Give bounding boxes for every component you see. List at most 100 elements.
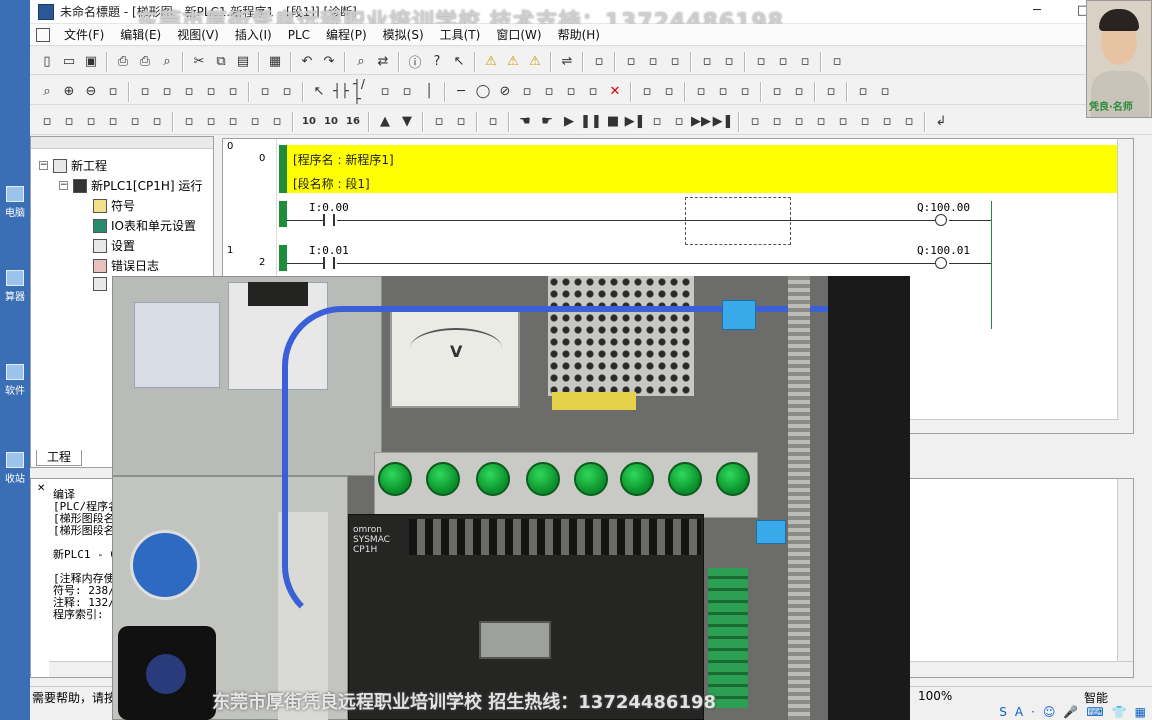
set-16-icon[interactable]: 16 xyxy=(343,112,363,132)
comment-icon[interactable]: ▫ xyxy=(157,82,177,102)
step2-icon[interactable]: ▫ xyxy=(647,112,667,132)
ladder-d-icon[interactable]: ▫ xyxy=(811,112,831,132)
warning-icon[interactable]: ⚠ xyxy=(503,52,523,72)
status-icon[interactable]: ▫ xyxy=(789,82,809,102)
redo-icon[interactable]: ↷ xyxy=(319,52,339,72)
down-icon[interactable]: ▼ xyxy=(397,112,417,132)
vertical-line-icon[interactable]: │ xyxy=(419,82,439,102)
set-10-icon[interactable]: 10 xyxy=(299,112,319,132)
pause-icon[interactable]: ❚❚ xyxy=(580,112,602,132)
warning-icon[interactable]: ⚠ xyxy=(481,52,501,72)
output-coil-symbol[interactable] xyxy=(935,214,947,226)
upload-icon[interactable]: ▫ xyxy=(643,52,663,72)
sim-b-icon[interactable]: ▫ xyxy=(451,112,471,132)
desktop-item-software[interactable]: 软件 xyxy=(0,364,30,397)
return-icon[interactable]: ↲ xyxy=(931,112,951,132)
tree-item-error-log[interactable]: 错误日志 xyxy=(93,257,159,274)
output-vertical-scrollbar[interactable] xyxy=(1117,479,1133,663)
edit-cursor[interactable] xyxy=(685,197,791,245)
memory-icon[interactable]: ▫ xyxy=(735,82,755,102)
tree-expander[interactable]: − xyxy=(59,181,68,190)
window-a-icon[interactable]: ▫ xyxy=(37,112,57,132)
window-e-icon[interactable]: ▫ xyxy=(125,112,145,132)
preview-icon[interactable]: ⎙ xyxy=(113,52,133,72)
rung-icon[interactable]: ▫ xyxy=(201,82,221,102)
menu-file[interactable]: 文件(F) xyxy=(56,26,112,43)
ladder-vertical-scrollbar[interactable] xyxy=(1117,139,1133,433)
monitor-icon[interactable]: ▫ xyxy=(697,52,717,72)
io-icon[interactable]: ▫ xyxy=(713,82,733,102)
network-icon[interactable]: ▫ xyxy=(827,52,847,72)
block-c-icon[interactable]: ▫ xyxy=(223,112,243,132)
print-preview-icon[interactable]: ⌕ xyxy=(157,52,177,72)
tab-project[interactable]: 工程 xyxy=(36,450,82,466)
ime-mode-icon[interactable]: A xyxy=(1015,705,1023,720)
find-icon[interactable]: ⌕ xyxy=(351,52,371,72)
transfer-icon[interactable]: ▫ xyxy=(659,82,679,102)
print-icon[interactable]: ⎙ xyxy=(135,52,155,72)
step3-icon[interactable]: ▫ xyxy=(669,112,689,132)
set-10b-icon[interactable]: 10 xyxy=(321,112,341,132)
zoom-fit-icon[interactable]: ▫ xyxy=(103,82,123,102)
or-nc-icon[interactable]: ▫ xyxy=(397,82,417,102)
zoom-out-icon[interactable]: ⊖ xyxy=(81,82,101,102)
instruction-icon[interactable]: ▫ xyxy=(517,82,537,102)
list-icon[interactable]: ▫ xyxy=(179,82,199,102)
horizontal-line-icon[interactable]: ─ xyxy=(451,82,471,102)
block-d-icon[interactable]: ▫ xyxy=(245,112,265,132)
align-right-icon[interactable]: ▫ xyxy=(875,82,895,102)
ct-icon[interactable]: ▫ xyxy=(277,82,297,102)
block-icon[interactable]: ▫ xyxy=(539,82,559,102)
menu-tools[interactable]: 工具(T) xyxy=(432,26,489,43)
transfer-icon[interactable]: ▫ xyxy=(589,52,609,72)
grid-menu-icon[interactable]: ▦ xyxy=(1135,705,1146,720)
contact-address[interactable]: I:0.01 xyxy=(309,244,349,257)
properties-icon[interactable]: ⓘ xyxy=(405,52,425,72)
ladder-c-icon[interactable]: ▫ xyxy=(789,112,809,132)
tree-item-plc[interactable]: 新PLC1[CP1H] 运行 xyxy=(73,177,202,194)
block-b-icon[interactable]: ▫ xyxy=(201,112,221,132)
no-contact-symbol[interactable] xyxy=(323,214,335,226)
emoji-icon[interactable]: ☺ xyxy=(1043,705,1056,720)
ime-punct-icon[interactable]: · xyxy=(1031,705,1035,720)
tree-icon[interactable]: ▫ xyxy=(223,82,243,102)
menu-insert[interactable]: 插入(I) xyxy=(227,26,280,43)
sim-c-icon[interactable]: ▫ xyxy=(483,112,503,132)
menu-view[interactable]: 视图(V) xyxy=(169,26,227,43)
block-a-icon[interactable]: ▫ xyxy=(179,112,199,132)
skin-icon[interactable]: 👕 xyxy=(1112,705,1127,720)
ladder-e-icon[interactable]: ▫ xyxy=(833,112,853,132)
window-b-icon[interactable]: ▫ xyxy=(59,112,79,132)
nc-contact-icon[interactable]: ┤/├ xyxy=(353,79,373,104)
zoom-in-icon[interactable]: ⊕ xyxy=(59,82,79,102)
ladder-a-icon[interactable]: ▫ xyxy=(745,112,765,132)
ladder-f-icon[interactable]: ▫ xyxy=(855,112,875,132)
replace-icon[interactable]: ⇄ xyxy=(373,52,393,72)
zoom-icon[interactable]: ⌕ xyxy=(37,82,57,102)
line-icon[interactable]: ▫ xyxy=(583,82,603,102)
output-coil-symbol[interactable] xyxy=(935,257,947,269)
open-folder-icon[interactable]: ▭ xyxy=(59,52,79,72)
tree-item-memory[interactable] xyxy=(93,277,111,291)
align-left-icon[interactable]: ▫ xyxy=(853,82,873,102)
step-icon[interactable]: ▶❚ xyxy=(625,112,646,132)
hand-icon[interactable]: ☚ xyxy=(515,112,535,132)
window-icon[interactable]: ▫ xyxy=(751,52,771,72)
undo-icon[interactable]: ↶ xyxy=(297,52,317,72)
end-icon[interactable]: ▶❚ xyxy=(713,112,734,132)
online-edit-icon[interactable]: ▫ xyxy=(637,82,657,102)
window-d-icon[interactable]: ▫ xyxy=(103,112,123,132)
grid-icon[interactable]: ▫ xyxy=(135,82,155,102)
window-c-icon[interactable]: ▫ xyxy=(81,112,101,132)
menu-window[interactable]: 窗口(W) xyxy=(488,26,549,43)
coil-address[interactable]: Q:100.00 xyxy=(917,201,970,214)
help-icon[interactable]: ? xyxy=(427,52,447,72)
tree-item-settings[interactable]: 设置 xyxy=(93,237,135,254)
menu-simulate[interactable]: 模拟(S) xyxy=(375,26,432,43)
ladder-g-icon[interactable]: ▫ xyxy=(877,112,897,132)
cut-icon[interactable]: ✂ xyxy=(189,52,209,72)
ime-icon[interactable]: S xyxy=(999,705,1007,720)
paste-icon[interactable]: ▤ xyxy=(233,52,253,72)
block-e-icon[interactable]: ▫ xyxy=(267,112,287,132)
output-close-icon[interactable]: ✕ xyxy=(37,483,45,494)
